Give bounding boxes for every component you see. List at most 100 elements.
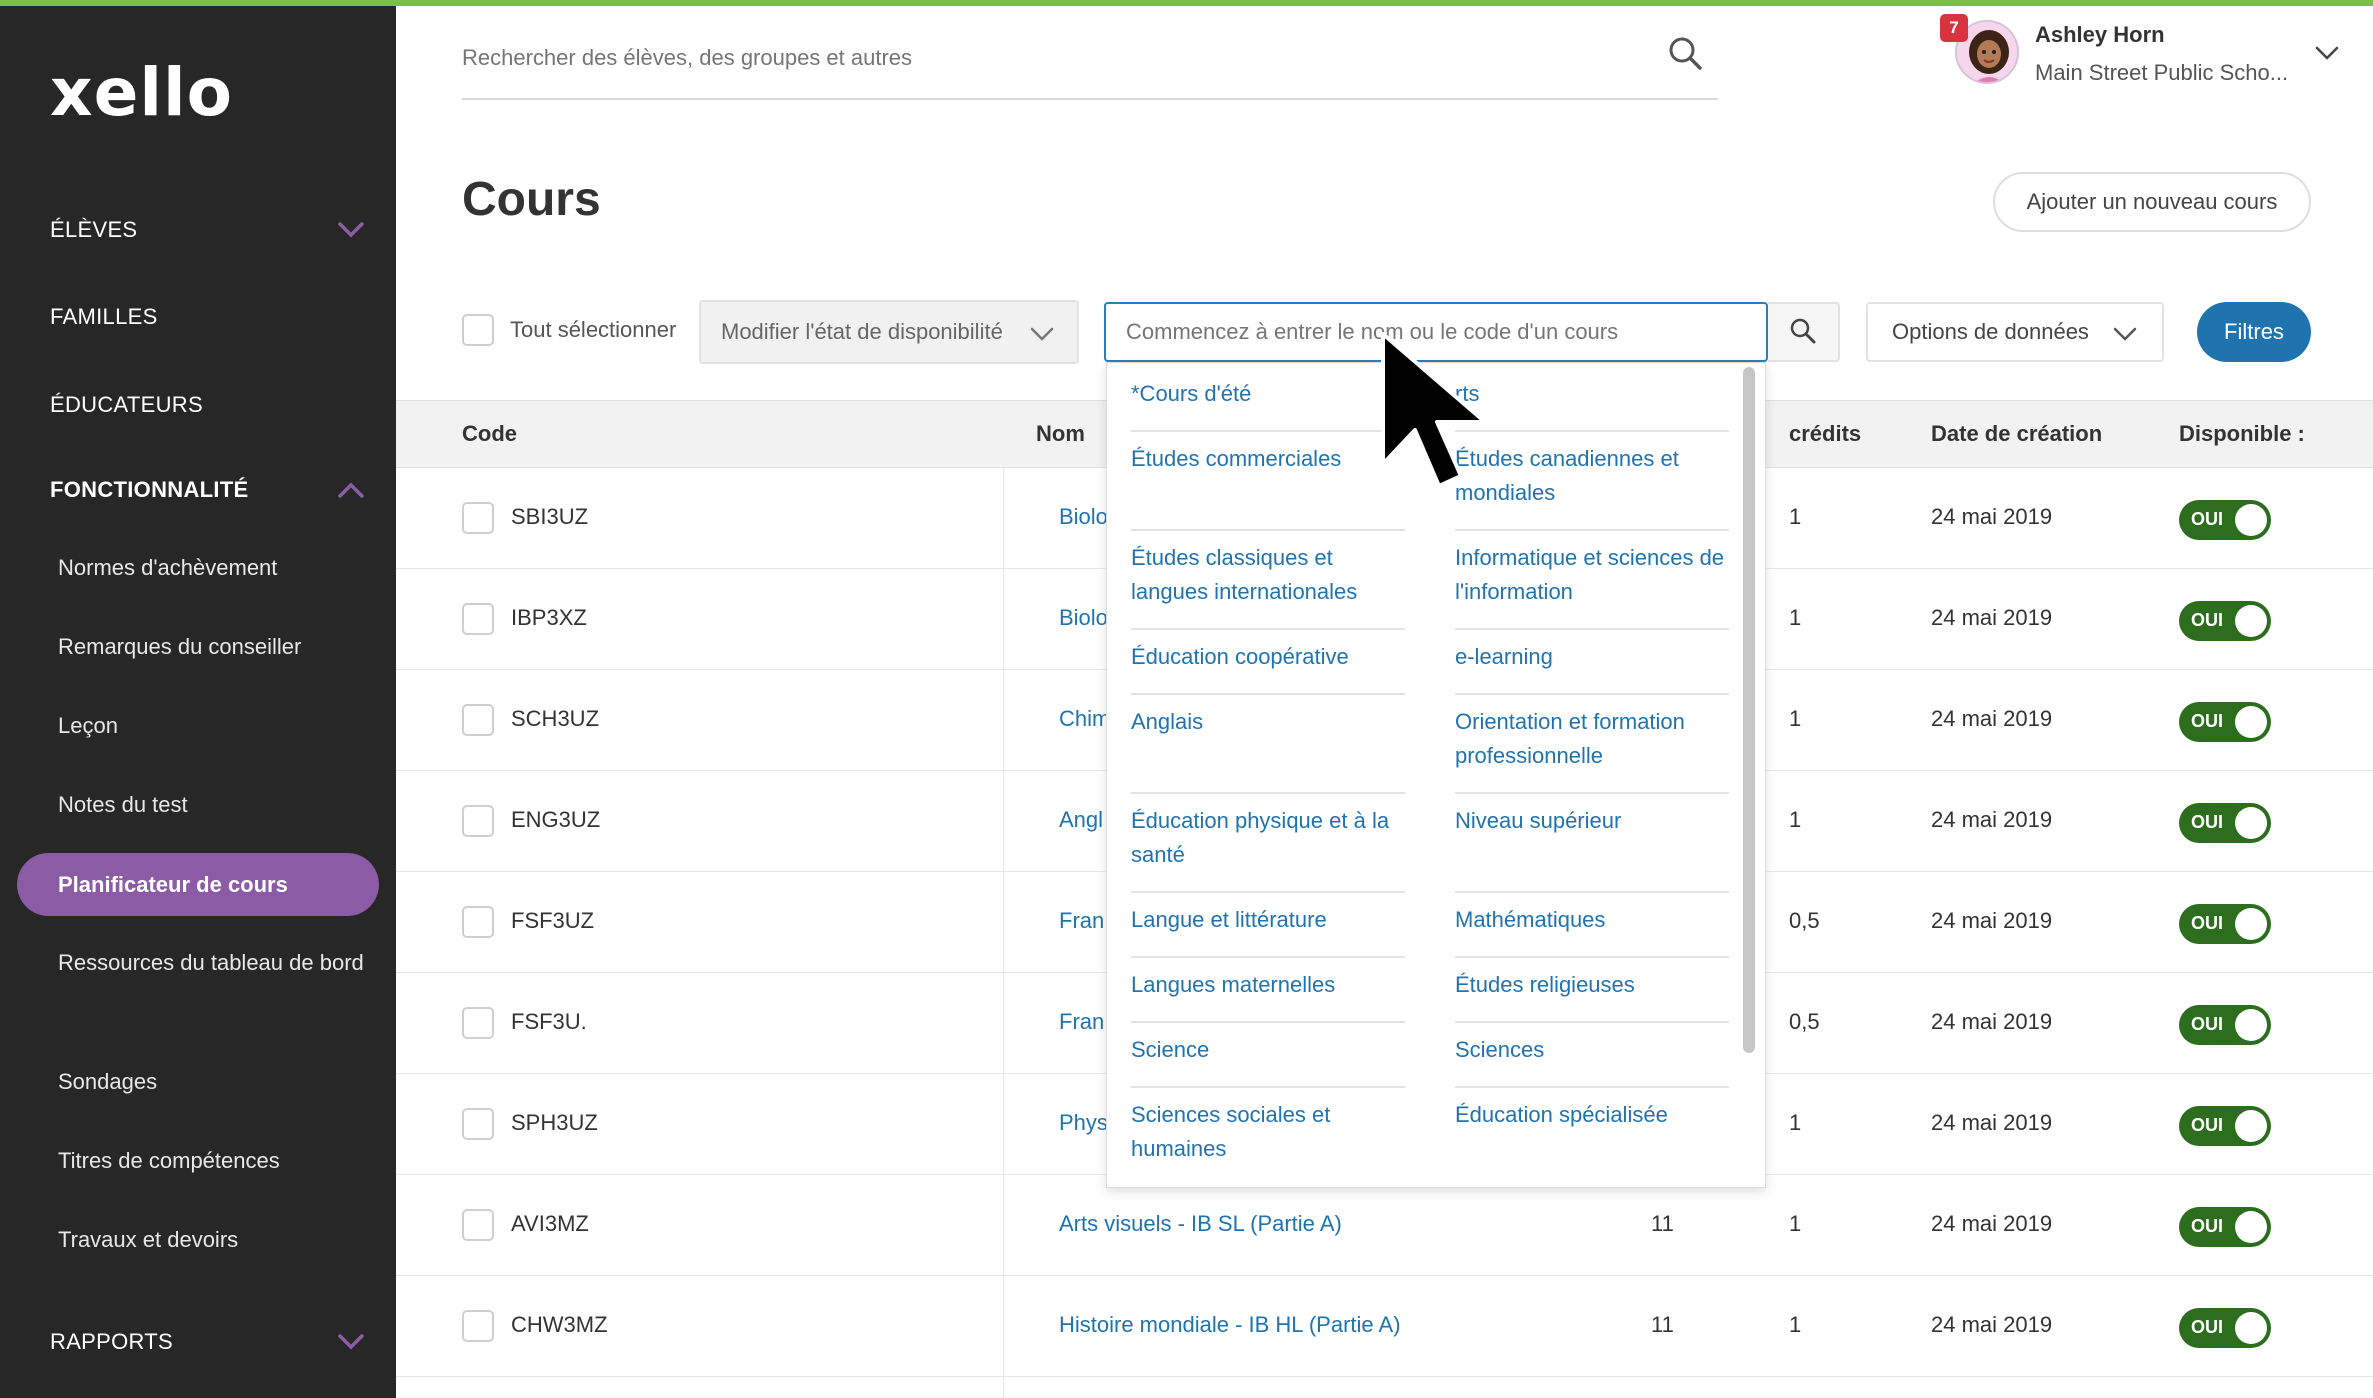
availability-toggle[interactable]: OUI (2179, 702, 2271, 742)
suggestion-item[interactable]: Mathématiques (1455, 903, 1729, 958)
availability-toggle[interactable]: OUI (2179, 1005, 2271, 1045)
user-menu[interactable]: 7 Ashley Horn Main Street Public Scho... (1940, 14, 2350, 94)
sidebar-subitem-titres[interactable]: Titres de compétences (58, 1142, 378, 1180)
sidebar-item-fonctionnalite[interactable]: FONCTIONNALITÉ (0, 460, 396, 520)
suggestion-item[interactable]: Sciences sociales et humaines (1131, 1098, 1405, 1174)
cell-created: 24 mai 2019 (1931, 504, 2053, 529)
cell-created: 24 mai 2019 (1931, 605, 2053, 630)
select-all[interactable]: Tout sélectionner (462, 314, 676, 346)
row-checkbox[interactable] (462, 502, 494, 534)
sidebar-subitem-travaux[interactable]: Travaux et devoirs (58, 1221, 378, 1259)
suggestion-item[interactable]: Anglais (1131, 705, 1405, 794)
cell-name-link[interactable]: Angl (1059, 807, 1103, 833)
suggestion-item[interactable]: Études commerciales (1131, 442, 1405, 531)
cell-grade: 11 (1651, 1211, 1674, 1236)
sidebar-subitem-lecon[interactable]: Leçon (58, 707, 378, 745)
select-all-checkbox[interactable] (462, 314, 494, 346)
sidebar-subitem-normes[interactable]: Normes d'achèvement (58, 549, 378, 587)
sidebar-item-familles[interactable]: FAMILLES (0, 287, 396, 347)
row-checkbox[interactable] (462, 603, 494, 635)
cell-created: 24 mai 2019 (1931, 908, 2053, 933)
suggestion-item[interactable]: *Cours d'été (1131, 377, 1405, 432)
availability-toggle[interactable]: OUI (2179, 601, 2271, 641)
cell-name-link[interactable]: Biolo (1059, 504, 1108, 530)
availability-dropdown[interactable]: Modifier l'état de disponibilité (699, 300, 1079, 364)
toggle-knob (2235, 504, 2267, 536)
suggestion-item[interactable]: Orientation et formation professionnelle (1455, 705, 1729, 794)
suggestion-item[interactable]: e-learning (1455, 640, 1729, 695)
availability-toggle[interactable]: OUI (2179, 1106, 2271, 1146)
suggestion-item[interactable]: Niveau supérieur (1455, 804, 1729, 893)
search-icon[interactable] (1666, 34, 1706, 74)
column-header-code[interactable]: Code (462, 421, 517, 447)
cell-name-link[interactable]: Phys (1059, 1110, 1108, 1136)
column-header-created[interactable]: Date de création (1931, 421, 2102, 447)
cell-grade: 11 (1651, 1312, 1674, 1337)
availability-toggle[interactable]: OUI (2179, 1308, 2271, 1348)
suggestion-item[interactable]: Informatique et sciences de l'informatio… (1455, 541, 1729, 630)
suggestion-item[interactable]: Science (1131, 1033, 1405, 1088)
sidebar-subitem-remarques[interactable]: Remarques du conseiller (58, 628, 378, 666)
column-header-available[interactable]: Disponible : (2179, 421, 2305, 447)
filters-button[interactable]: Filtres (2197, 302, 2311, 362)
course-search-button[interactable] (1768, 302, 1840, 362)
table-row[interactable]: CHW3MZ Histoire mondiale - IB HL (Partie … (396, 1276, 2373, 1377)
sidebar-item-rapports[interactable]: RAPPORTS (0, 1312, 396, 1372)
cell-created: 24 mai 2019 (1931, 1009, 2053, 1034)
chevron-down-icon (336, 1327, 366, 1357)
cell-name-link[interactable]: Biolo (1059, 605, 1108, 631)
toggle-label: OUI (2191, 509, 2224, 529)
data-options-label: Options de données (1892, 319, 2089, 344)
toggle-label: OUI (2191, 1014, 2224, 1034)
column-header-credits[interactable]: crédits (1789, 421, 1861, 447)
sidebar-item-educateurs[interactable]: ÉDUCATEURS (0, 375, 396, 435)
row-checkbox[interactable] (462, 1108, 494, 1140)
scrollbar[interactable] (1743, 367, 1755, 1053)
cell-name-link[interactable]: Histoire mondiale - IB HL (Partie A) (1059, 1312, 1401, 1338)
row-checkbox[interactable] (462, 704, 494, 736)
toggle-knob (2235, 807, 2267, 839)
sidebar-subitem-notes-test[interactable]: Notes du test (58, 786, 378, 824)
row-checkbox[interactable] (462, 805, 494, 837)
cell-name-link[interactable]: Fran (1059, 1009, 1104, 1035)
row-checkbox[interactable] (462, 906, 494, 938)
add-course-button[interactable]: Ajouter un nouveau cours (1993, 172, 2311, 232)
table-row[interactable]: AVI3MZ Arts visuels - IB SL (Partie A) 11 1… (396, 1175, 2373, 1276)
suggestion-item[interactable]: Études religieuses (1455, 968, 1729, 1023)
chevron-down-icon (336, 215, 366, 245)
row-checkbox[interactable] (462, 1007, 494, 1039)
cell-name-link[interactable]: Chim (1059, 706, 1110, 732)
availability-toggle[interactable]: OUI (2179, 1207, 2271, 1247)
cell-name-link[interactable]: Fran (1059, 908, 1104, 934)
suggestion-item[interactable]: Études classiques et langues internation… (1131, 541, 1405, 630)
cell-name-link[interactable]: Arts visuels - IB SL (Partie A) (1059, 1211, 1342, 1237)
row-checkbox[interactable] (462, 1209, 494, 1241)
global-search-input[interactable] (462, 38, 1612, 78)
suggestion-item[interactable]: Éducation coopérative (1131, 640, 1405, 695)
column-header-name[interactable]: Nom (1036, 421, 1085, 447)
sidebar-subitem-sondages[interactable]: Sondages (58, 1063, 378, 1101)
notification-badge[interactable]: 7 (1940, 14, 1968, 42)
sidebar-subitem-planificateur[interactable]: Planificateur de cours (17, 853, 379, 916)
suggestion-item[interactable]: Langues maternelles (1131, 968, 1405, 1023)
availability-toggle[interactable]: OUI (2179, 803, 2271, 843)
chevron-down-icon (2110, 319, 2140, 349)
logo-text: xello (50, 54, 233, 131)
availability-toggle[interactable]: OUI (2179, 500, 2271, 540)
suggestion-item[interactable]: Éducation physique et à la santé (1131, 804, 1405, 893)
select-all-label: Tout sélectionner (510, 317, 677, 342)
availability-toggle[interactable]: OUI (2179, 904, 2271, 944)
suggestion-item[interactable]: Langue et littérature (1131, 903, 1405, 958)
data-options-dropdown[interactable]: Options de données (1866, 302, 2164, 362)
sidebar-subitem-ressources[interactable]: Ressources du tableau de bord (58, 944, 378, 982)
cell-created: 24 mai 2019 (1931, 1312, 2053, 1337)
xello-logo[interactable]: xello (50, 60, 233, 126)
sidebar-item-label: ÉLÈVES (50, 217, 138, 242)
row-checkbox[interactable] (462, 1310, 494, 1342)
chevron-down-icon[interactable] (2312, 38, 2342, 68)
suggestion-item[interactable]: Sciences (1455, 1033, 1729, 1088)
page-title: Cours (462, 173, 601, 226)
cell-credits: 0,5 (1789, 1009, 1820, 1034)
suggestion-item[interactable]: Éducation spécialisée (1455, 1098, 1729, 1140)
sidebar-item-eleves[interactable]: ÉLÈVES (0, 200, 396, 260)
